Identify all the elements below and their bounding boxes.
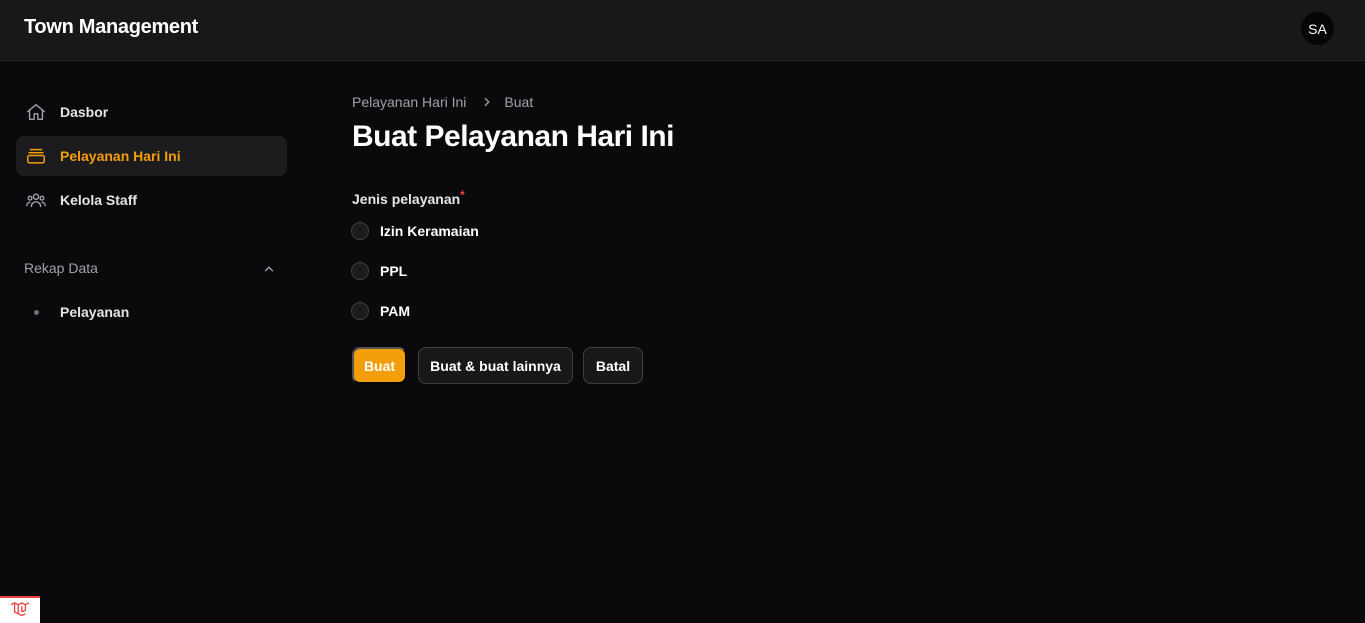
create-button[interactable]: Buat: [352, 347, 407, 384]
inbox-stack-icon: [24, 144, 48, 168]
sidebar-item-label: Kelola Staff: [60, 192, 138, 208]
top-bar: Town Management SA: [0, 0, 1365, 61]
bullet-icon: [34, 309, 39, 315]
radio-label: PPL: [380, 263, 408, 279]
sidebar-item-label: Pelayanan: [60, 304, 130, 320]
radio-option-pam[interactable]: PAM: [351, 302, 410, 320]
sidebar-item-dasbor[interactable]: Dasbor: [16, 92, 287, 132]
field-label: Jenis pelayanan*: [352, 188, 465, 207]
create-another-button[interactable]: Buat & buat lainnya: [418, 347, 573, 384]
breadcrumb-current: Buat: [504, 94, 534, 110]
page-title: Buat Pelayanan Hari Ini: [352, 120, 674, 153]
sidebar-group-label[interactable]: Rekap Data: [24, 260, 98, 276]
breadcrumb: Pelayanan Hari Ini Buat: [352, 94, 533, 110]
user-avatar[interactable]: SA: [1301, 12, 1334, 45]
app-title[interactable]: Town Management: [24, 16, 198, 39]
cancel-button[interactable]: Batal: [583, 347, 643, 384]
users-group-icon: [24, 188, 48, 212]
chevron-right-icon: [480, 95, 494, 109]
sidebar-item-label: Pelayanan Hari Ini: [60, 148, 181, 164]
sidebar-item-pelayanan[interactable]: Pelayanan: [16, 292, 287, 332]
field-label-text: Jenis pelayanan: [352, 191, 461, 207]
radio-label: PAM: [380, 303, 411, 319]
radio-button[interactable]: [351, 302, 369, 320]
sidebar-item-pelayanan-hari-ini[interactable]: Pelayanan Hari Ini: [16, 136, 287, 176]
sidebar-item-kelola-staff[interactable]: Kelola Staff: [16, 180, 287, 220]
breadcrumb-parent[interactable]: Pelayanan Hari Ini: [352, 94, 466, 110]
radio-button[interactable]: [351, 262, 369, 280]
radio-option-ppl[interactable]: PPL: [351, 262, 407, 280]
sidebar-item-label: Dasbor: [60, 104, 109, 120]
radio-label: Izin Keramaian: [380, 223, 479, 239]
radio-option-izin-keramaian[interactable]: Izin Keramaian: [351, 222, 479, 240]
required-mark: *: [460, 188, 465, 202]
framework-logo-icon[interactable]: [0, 596, 40, 623]
home-icon: [24, 100, 48, 124]
chevron-up-icon[interactable]: [262, 262, 276, 276]
radio-button[interactable]: [351, 222, 369, 240]
